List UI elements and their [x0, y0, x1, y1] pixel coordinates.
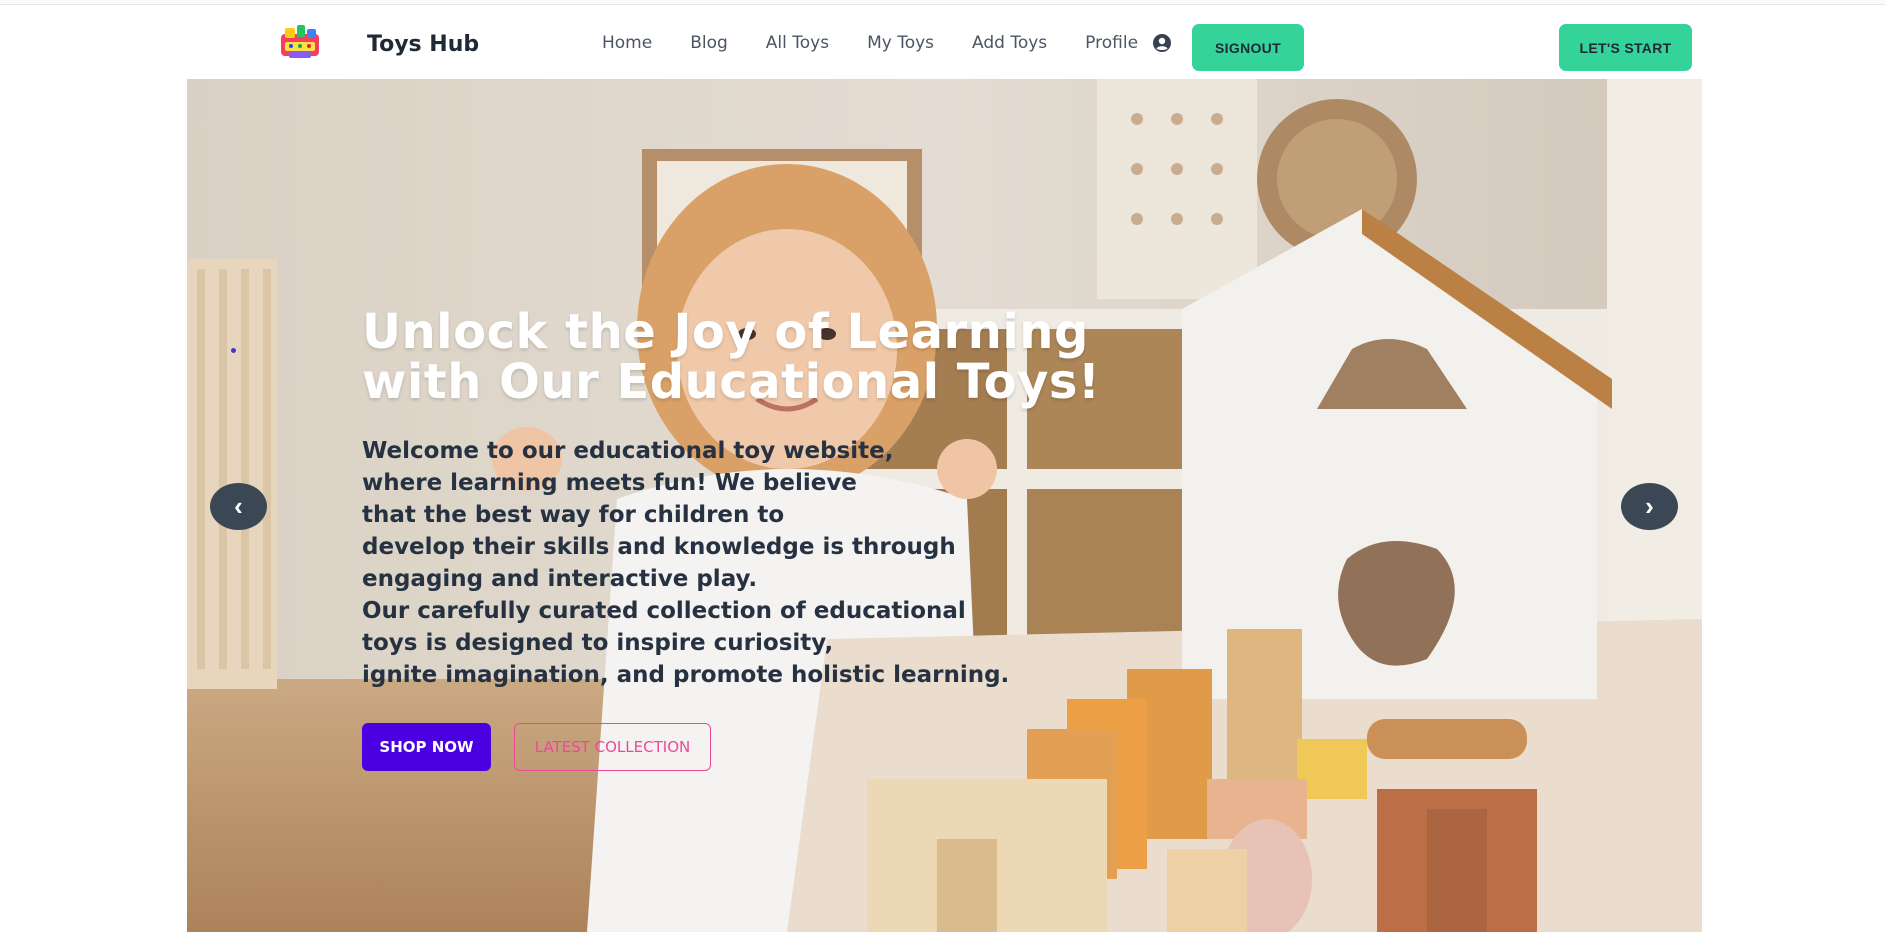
nav-home[interactable]: Home: [602, 33, 652, 53]
brand-name[interactable]: Toys Hub: [367, 32, 479, 57]
toys-hub-logo[interactable]: [277, 22, 323, 62]
hero-text-line: engaging and interactive play.: [362, 566, 758, 592]
nav-my-toys[interactable]: My Toys: [867, 33, 934, 53]
hero-content: Unlock the Joy of Learning with Our Educ…: [362, 307, 1222, 771]
nav-profile[interactable]: Profile: [1085, 33, 1138, 53]
hero-carousel: Unlock the Joy of Learning with Our Educ…: [187, 79, 1702, 932]
hero-buttons: SHOP NOW LATEST COLLECTION: [362, 723, 1222, 771]
shop-now-button[interactable]: SHOP NOW: [362, 723, 491, 771]
carousel-dot[interactable]: [231, 348, 236, 353]
main-nav: Home Blog All Toys My Toys Add Toys Prof…: [602, 33, 1172, 53]
hero-text-line: that the best way for children to: [362, 502, 785, 528]
nav-all-toys[interactable]: All Toys: [766, 33, 829, 53]
carousel-prev-button[interactable]: ‹: [210, 483, 267, 530]
navbar: Toys Hub Home Blog All Toys My Toys Add …: [0, 5, 1885, 79]
nav-blog[interactable]: Blog: [690, 33, 728, 53]
chevron-left-icon: ‹: [234, 491, 243, 521]
hero-description: Welcome to our educational toy website, …: [362, 435, 1082, 691]
hero-text-line: where learning meets fun! We believe: [362, 470, 857, 496]
hero-text-line: Welcome to our educational toy website,: [362, 438, 894, 464]
hero-text-line: develop their skills and knowledge is th…: [362, 534, 956, 560]
hero-text-line: Our carefully curated collection of educ…: [362, 598, 966, 624]
carousel-next-button[interactable]: ›: [1621, 483, 1678, 530]
hero-title: Unlock the Joy of Learning with Our Educ…: [362, 307, 1222, 407]
signout-button[interactable]: SIGNOUT: [1192, 24, 1304, 71]
lets-start-button[interactable]: LET'S START: [1559, 24, 1692, 71]
chevron-right-icon: ›: [1645, 491, 1654, 521]
user-circle-icon[interactable]: [1152, 33, 1172, 53]
nav-add-toys[interactable]: Add Toys: [972, 33, 1047, 53]
latest-collection-button[interactable]: LATEST COLLECTION: [514, 723, 711, 771]
hero-title-line-1: Unlock the Joy of Learning: [362, 304, 1089, 360]
hero-title-line-2: with Our Educational Toys!: [362, 354, 1101, 410]
hero-text-line: toys is designed to inspire curiosity,: [362, 630, 834, 656]
hero-text-line: ignite imagination, and promote holistic…: [362, 662, 1010, 688]
